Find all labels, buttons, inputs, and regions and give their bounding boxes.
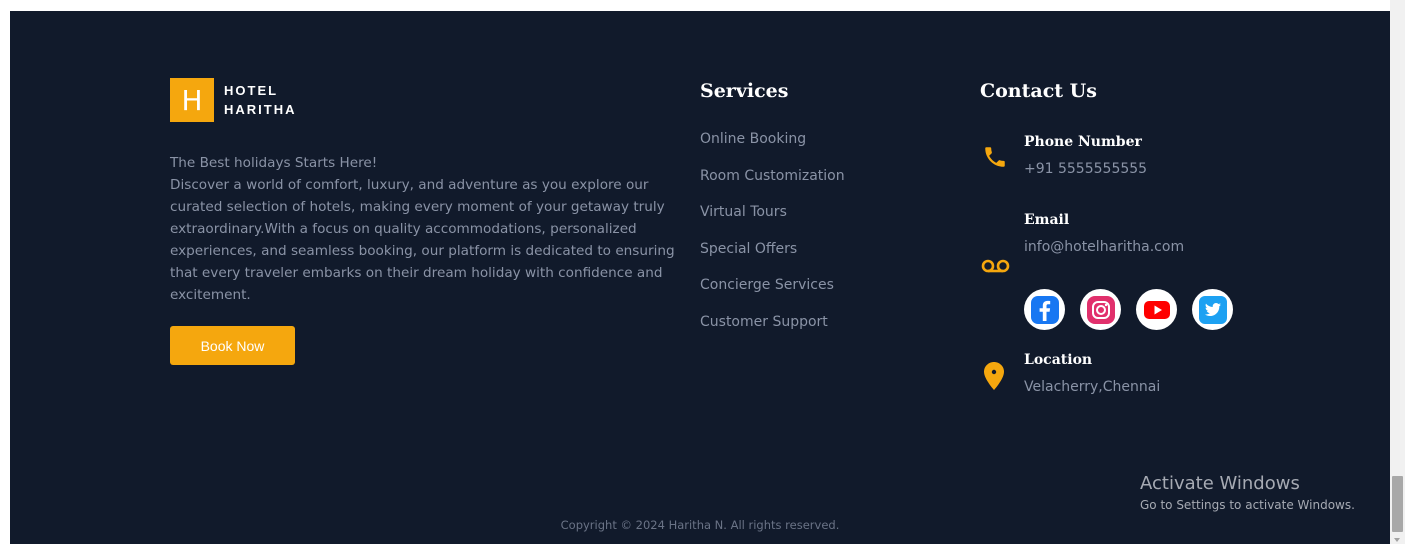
about-description: Discover a world of comfort, luxury, and… (170, 177, 675, 303)
service-link-virtual-tours[interactable]: Virtual Tours (700, 204, 845, 241)
phone-label: Phone Number (1024, 134, 1142, 150)
activate-title: Activate Windows (1140, 473, 1300, 494)
facebook-icon[interactable] (1024, 289, 1065, 330)
voicemail-icon (981, 259, 1010, 273)
about-text: The Best holidays Starts Here! Discover … (170, 152, 690, 306)
service-link-concierge-services[interactable]: Concierge Services (700, 277, 845, 314)
services-list: Online Booking Room Customization Virtua… (700, 131, 845, 350)
site-footer: H HOTEL HARITHA The Best holidays Starts… (10, 11, 1390, 544)
logo-line-1: HOTEL (224, 83, 279, 98)
book-now-button[interactable]: Book Now (170, 326, 295, 365)
logo-text: HOTEL HARITHA (224, 81, 297, 119)
contact-title: Contact Us (980, 80, 1097, 102)
service-link-special-offers[interactable]: Special Offers (700, 241, 845, 278)
instagram-icon[interactable] (1080, 289, 1121, 330)
logo-line-2: HARITHA (224, 102, 297, 117)
service-link-customer-support[interactable]: Customer Support (700, 314, 845, 351)
logo-mark: H (170, 78, 214, 122)
location-pin-icon (984, 362, 1004, 390)
service-link-online-booking[interactable]: Online Booking (700, 131, 845, 168)
twitter-icon[interactable] (1192, 289, 1233, 330)
youtube-icon[interactable] (1136, 289, 1177, 330)
brand-logo[interactable]: H HOTEL HARITHA (170, 78, 297, 122)
scrollbar-thumb[interactable] (1392, 476, 1403, 532)
email-label: Email (1024, 212, 1070, 228)
phone-value[interactable]: +91 5555555555 (1024, 161, 1147, 177)
scroll-down-arrow-icon[interactable] (1394, 538, 1400, 542)
location-label: Location (1024, 352, 1093, 368)
service-link-room-customization[interactable]: Room Customization (700, 168, 845, 205)
location-value: Velacherry,Chennai (1024, 379, 1161, 395)
activate-subtitle: Go to Settings to activate Windows. (1140, 498, 1355, 512)
email-value[interactable]: info@hotelharitha.com (1024, 239, 1184, 255)
phone-icon (985, 147, 1005, 167)
copyright-text: Copyright © 2024 Haritha N. All rights r… (560, 518, 840, 532)
services-title: Services (700, 80, 789, 102)
windows-activation-watermark: Activate Windows Go to Settings to activ… (1140, 473, 1355, 512)
vertical-scrollbar[interactable] (1390, 0, 1405, 544)
about-tagline: The Best holidays Starts Here! (170, 155, 378, 171)
social-links (1024, 289, 1233, 330)
